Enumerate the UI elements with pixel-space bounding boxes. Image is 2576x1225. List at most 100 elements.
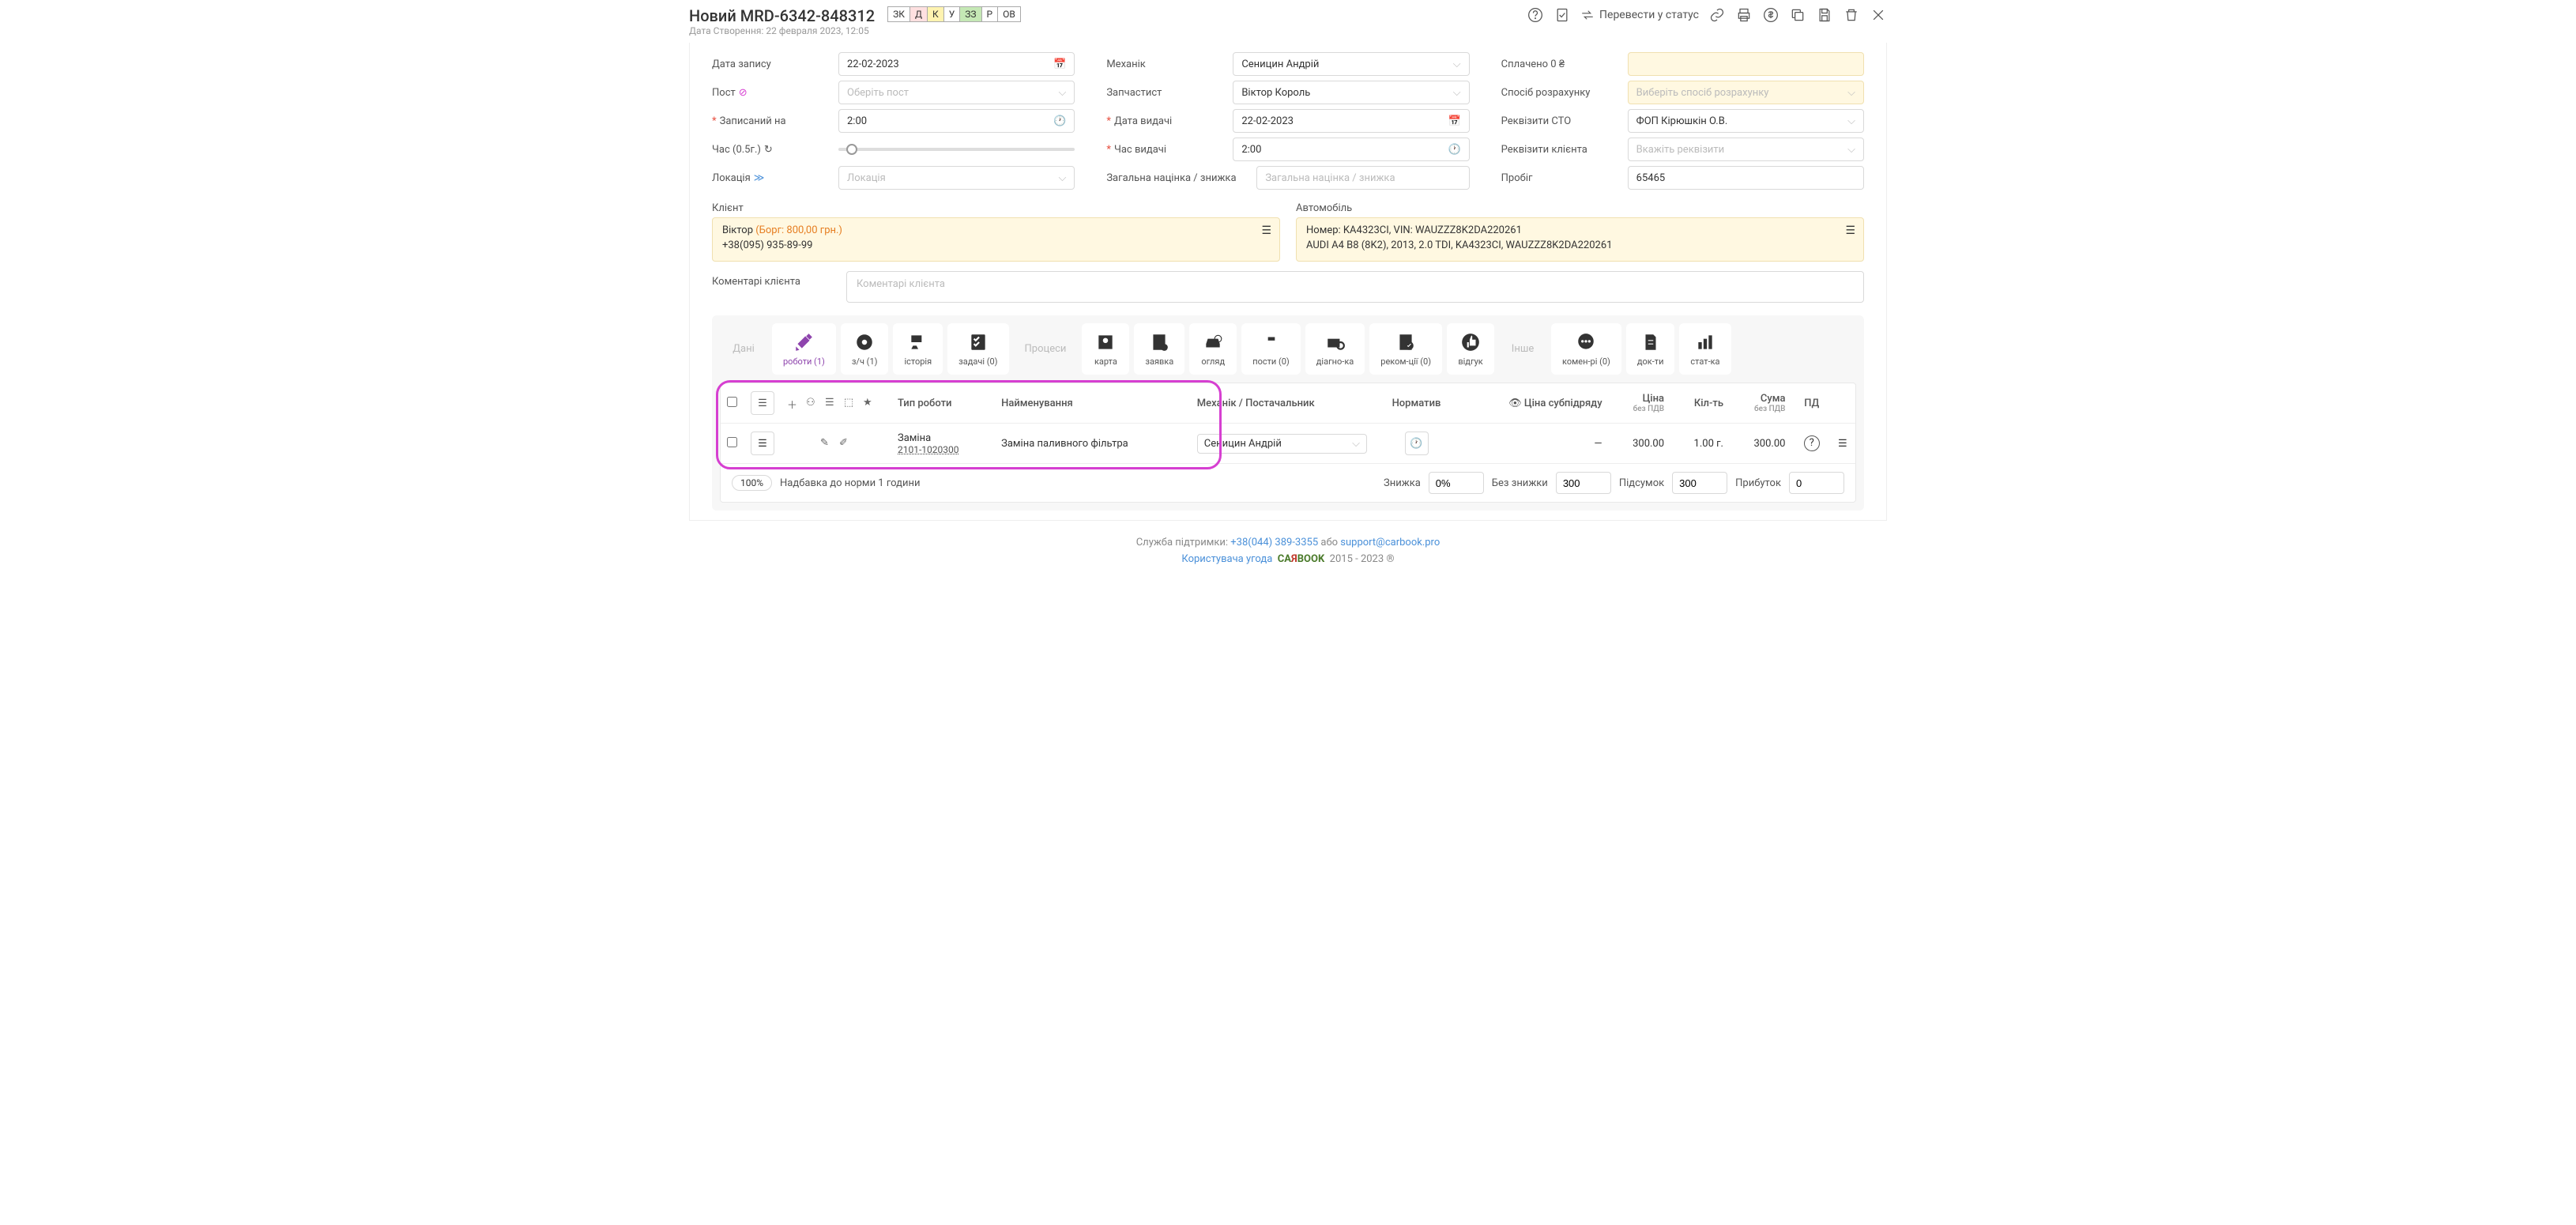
status-tag[interactable]: ОВ bbox=[998, 7, 1020, 21]
money-icon[interactable] bbox=[1762, 6, 1779, 24]
star-icon[interactable]: ★ bbox=[863, 397, 876, 409]
row-mechanic-select[interactable]: Сеницин Андрій⌵ bbox=[1197, 434, 1367, 454]
tab-comments[interactable]: комен-рі (0) bbox=[1551, 323, 1621, 375]
tab-stats[interactable]: стат-ка bbox=[1679, 323, 1731, 375]
transfer-label: Перевести у статус bbox=[1599, 9, 1699, 21]
link-icon[interactable] bbox=[1708, 6, 1726, 24]
tab-other[interactable]: Інше bbox=[1499, 323, 1546, 375]
scheduled-label: * Записаний на bbox=[712, 115, 830, 127]
work-code[interactable]: 2101-1020300 bbox=[898, 444, 989, 455]
th-type: Тип роботи bbox=[891, 383, 995, 424]
markup-input[interactable]: Загальна націнка / знижка bbox=[1256, 166, 1469, 190]
mileage-input[interactable]: 65465 bbox=[1628, 166, 1864, 190]
norm-button[interactable]: 🕐 bbox=[1405, 432, 1429, 455]
support-email-link[interactable]: support@carbook.pro bbox=[1340, 537, 1440, 548]
tab-feedback[interactable]: відгук bbox=[1447, 323, 1494, 375]
row-menu-button[interactable]: ☰ bbox=[751, 432, 774, 455]
sto-req-select[interactable]: ФОП Кірюшкін О.В.⌵ bbox=[1628, 109, 1864, 133]
mechanic-select[interactable]: Сеницин Андрій⌵ bbox=[1233, 52, 1469, 76]
parts-person-select[interactable]: Віктор Король⌵ bbox=[1233, 81, 1469, 104]
car-search-icon bbox=[1202, 331, 1224, 353]
tab-tasks[interactable]: задачі (0) bbox=[947, 323, 1008, 375]
status-tag[interactable]: Д bbox=[910, 7, 928, 21]
tab-processes[interactable]: Процеси bbox=[1014, 323, 1078, 375]
agreement-link[interactable]: Користувача угода bbox=[1181, 553, 1272, 565]
chevron-down-icon: ⌵ bbox=[1847, 87, 1855, 99]
table-row: ☰ ✎✐ Заміна2101-1020300 Заміна паливного… bbox=[721, 424, 1855, 464]
tab-map[interactable]: карта bbox=[1082, 323, 1129, 375]
payment-method-label: Спосіб розрахунку bbox=[1501, 87, 1620, 99]
select-all-checkbox[interactable] bbox=[727, 397, 737, 407]
tab-works[interactable]: роботи (1) bbox=[772, 323, 836, 375]
subtotal-input[interactable] bbox=[1672, 472, 1727, 494]
pickup-date-input[interactable]: 22-02-2023📅 bbox=[1233, 109, 1469, 133]
car-history-icon bbox=[907, 331, 929, 353]
pickup-time-input[interactable]: 2:00🕐 bbox=[1233, 138, 1469, 161]
pickup-time-label: * Час видачі bbox=[1106, 144, 1225, 156]
menu-icon[interactable]: ☰ bbox=[1845, 224, 1855, 237]
copy-icon[interactable] bbox=[1789, 6, 1806, 24]
percent-badge[interactable]: 100% bbox=[732, 475, 772, 491]
row-checkbox[interactable] bbox=[727, 437, 737, 447]
tab-diag[interactable]: діагно-ка bbox=[1305, 323, 1365, 375]
tab-request[interactable]: заявка bbox=[1134, 323, 1184, 375]
status-tag[interactable]: ЗЗ bbox=[960, 7, 981, 21]
barcode-icon[interactable]: ⬚ bbox=[844, 397, 857, 409]
request-icon bbox=[1148, 331, 1170, 353]
status-tag[interactable]: У bbox=[944, 7, 961, 21]
mechanic-label: Механік bbox=[1106, 58, 1225, 70]
plus-icon[interactable]: ＋ bbox=[787, 397, 800, 409]
group-icon[interactable]: ⚇ bbox=[806, 397, 819, 409]
menu-icon[interactable]: ☰ bbox=[1261, 224, 1271, 237]
page-title: Новий MRD-6342-848312 bbox=[689, 6, 875, 25]
location-select[interactable]: Локація⌵ bbox=[838, 166, 1075, 190]
tab-recom[interactable]: реком-ції (0) bbox=[1369, 323, 1442, 375]
surcharge-label: Надбавка до норми 1 години bbox=[780, 477, 920, 489]
status-tag[interactable]: Р bbox=[982, 7, 999, 21]
scheduled-time-input[interactable]: 2:00🕐 bbox=[838, 109, 1075, 133]
document-check-icon[interactable] bbox=[1554, 6, 1571, 24]
logo: CAЯBOOK bbox=[1278, 553, 1324, 565]
profit-input[interactable] bbox=[1789, 472, 1844, 494]
paid-value bbox=[1628, 52, 1864, 76]
tab-review[interactable]: огляд bbox=[1189, 323, 1237, 375]
thumbs-up-icon bbox=[1459, 331, 1482, 353]
list-icon[interactable]: ☰ bbox=[825, 397, 838, 409]
eye-off-icon[interactable]: 👁 bbox=[1508, 398, 1522, 409]
client-req-select[interactable]: Вкажіть реквізити⌵ bbox=[1628, 138, 1864, 161]
header-menu-button[interactable]: ☰ bbox=[751, 391, 774, 415]
pencil-icon[interactable]: ✐ bbox=[839, 437, 852, 450]
tab-docs[interactable]: док-ти bbox=[1626, 323, 1675, 375]
post-select[interactable]: Оберіть пост⌵ bbox=[838, 81, 1075, 104]
chevron-down-icon: ⌵ bbox=[1847, 115, 1855, 127]
tab-history[interactable]: історія bbox=[893, 323, 943, 375]
refresh-icon[interactable]: ↻ bbox=[764, 144, 773, 156]
trash-icon[interactable] bbox=[1843, 6, 1860, 24]
vehicle-vin: Номер: KA4323CI, VIN: WAUZZZ8K2DA220261 bbox=[1306, 224, 1854, 236]
row-more-icon[interactable]: ☰ bbox=[1838, 438, 1847, 450]
tab-strip: Дані роботи (1) з/ч (1) історія задачі (… bbox=[720, 323, 1856, 375]
help-icon[interactable]: ? bbox=[1804, 435, 1820, 451]
status-tag[interactable]: ЗК bbox=[888, 7, 910, 21]
th-name: Найменування bbox=[995, 383, 1191, 424]
support-phone-link[interactable]: +38(044) 389-3355 bbox=[1230, 537, 1318, 548]
record-date-input[interactable]: 22-02-2023📅 bbox=[838, 52, 1075, 76]
comment-input[interactable]: Коментарі клієнта bbox=[846, 271, 1864, 303]
close-icon[interactable] bbox=[1870, 6, 1887, 24]
print-icon[interactable] bbox=[1735, 6, 1753, 24]
tab-posts[interactable]: пости (0) bbox=[1241, 323, 1301, 375]
status-tag[interactable]: К bbox=[928, 7, 944, 21]
discount-input[interactable] bbox=[1429, 472, 1484, 494]
payment-method-select[interactable]: Виберіть спосіб розрахунку⌵ bbox=[1628, 81, 1864, 104]
edit-icon[interactable]: ✎ bbox=[820, 437, 833, 450]
tab-data[interactable]: Дані bbox=[720, 323, 767, 375]
chevron-down-icon: ⌵ bbox=[1453, 58, 1461, 70]
help-icon[interactable] bbox=[1527, 6, 1544, 24]
transfer-status-button[interactable]: Перевести у статус bbox=[1580, 8, 1699, 22]
duration-slider[interactable] bbox=[838, 138, 1075, 161]
save-icon[interactable] bbox=[1816, 6, 1833, 24]
nodiscount-input[interactable] bbox=[1556, 472, 1611, 494]
tab-parts[interactable]: з/ч (1) bbox=[841, 323, 889, 375]
vehicle-desc: AUDI A4 B8 (8K2), 2013, 2.0 TDI, KA4323C… bbox=[1306, 239, 1854, 251]
arrow-icon[interactable]: ≫ bbox=[754, 172, 765, 184]
